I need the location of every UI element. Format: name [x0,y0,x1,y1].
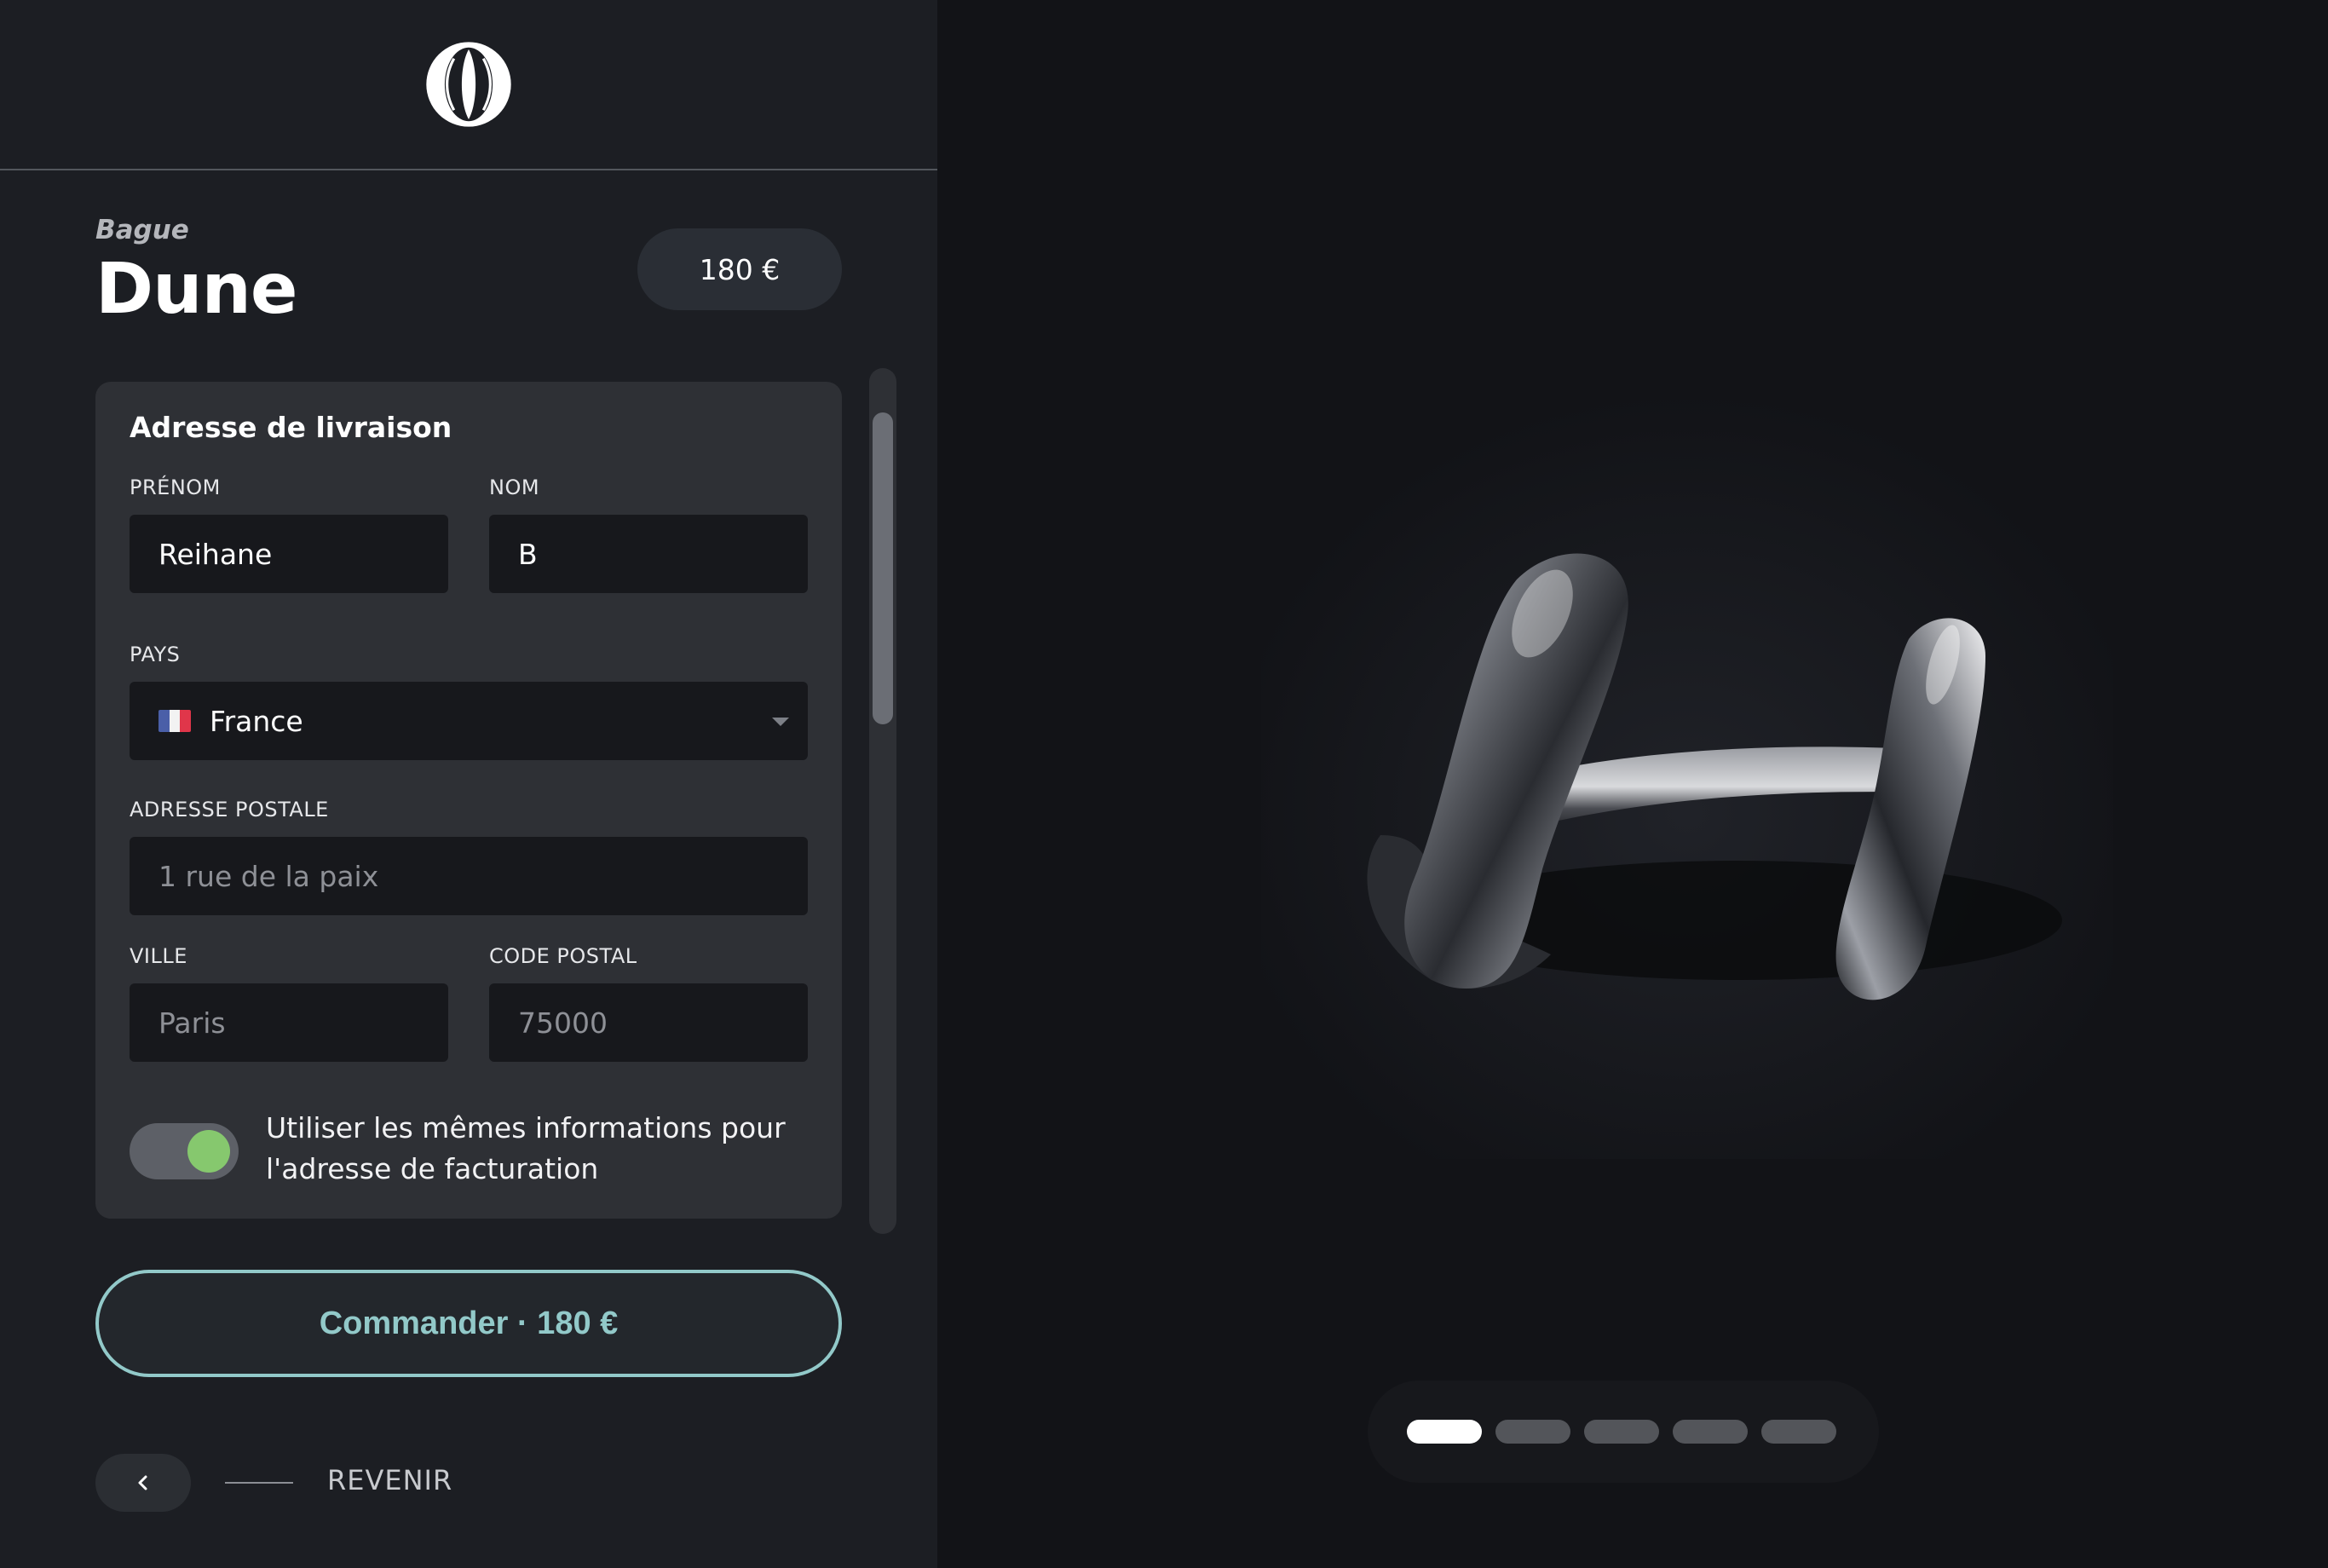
chevron-left-icon [138,1475,147,1490]
address-label: ADRESSE POSTALE [130,798,329,821]
product-category: Bague [95,215,189,245]
same-billing-label: Utiliser les mêmes informations pour l'a… [266,1111,786,1185]
back-link[interactable]: REVENIR [327,1464,452,1496]
checkout-page: Bague Dune 180 € Adresse de livraison PR… [0,0,2328,1568]
carousel-dot[interactable] [1407,1420,1482,1444]
first-name-input[interactable]: Reihane [130,515,448,593]
last-name-input[interactable]: B [489,515,808,593]
toggle-knob [187,1130,230,1173]
brand-logo-icon[interactable] [423,38,515,130]
form-title: Adresse de livraison [130,411,452,444]
address-placeholder: 1 rue de la paix [158,859,379,893]
back-button[interactable] [95,1454,191,1512]
carousel-dot[interactable] [1761,1420,1836,1444]
postal-code-input[interactable]: 75000 [489,983,808,1062]
france-flag-icon [158,710,191,732]
first-name-value: Reihane [158,537,273,571]
header [0,0,937,170]
scrollbar-thumb[interactable] [873,412,893,724]
first-name-label: PRÉNOM [130,476,221,499]
last-name-label: NOM [489,476,540,499]
carousel-dot[interactable] [1673,1420,1748,1444]
divider [225,1482,293,1484]
caret-down-icon [772,718,789,726]
form-scrollbar[interactable] [869,368,896,1234]
postal-code-placeholder: 75000 [518,1006,608,1040]
city-input[interactable]: Paris [130,983,448,1062]
address-input[interactable]: 1 rue de la paix [130,837,808,915]
country-select[interactable]: France [130,682,808,760]
order-button[interactable]: Commander · 180 € [95,1270,842,1377]
product-name: Dune [95,249,297,330]
same-billing-toggle[interactable] [130,1123,239,1179]
product-image [1261,392,2113,1159]
carousel-dot[interactable] [1584,1420,1659,1444]
product-gallery [937,0,2328,1568]
country-label: PAYS [130,643,181,666]
postal-code-label: CODE POSTAL [489,944,637,968]
checkout-panel: Bague Dune 180 € Adresse de livraison PR… [0,0,937,1568]
shipping-address-form: Adresse de livraison PRÉNOM Reihane NOM … [95,382,842,1219]
country-value: France [210,704,303,738]
last-name-value: B [518,537,538,571]
carousel-indicators [1368,1381,1879,1483]
price-badge: 180 € [637,228,842,310]
carousel-dot[interactable] [1495,1420,1570,1444]
city-placeholder: Paris [158,1006,226,1040]
city-label: VILLE [130,944,187,968]
